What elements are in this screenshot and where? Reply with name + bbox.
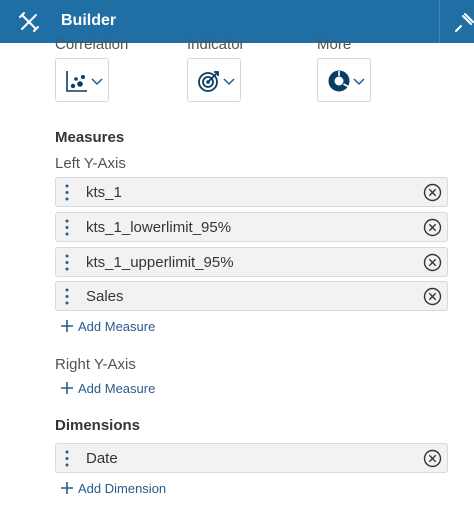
add-measure-left-link[interactable]: Add Measure <box>61 319 155 334</box>
measure-token-kts-1-lowerlimit[interactable]: kts_1_lowerlimit_95% <box>55 212 448 242</box>
token-label: kts_1_lowerlimit_95% <box>86 219 232 236</box>
remove-circle-icon[interactable] <box>423 449 442 468</box>
charttype-label-more: More <box>317 36 352 53</box>
left-y-axis-label: Left Y-Axis <box>55 155 126 172</box>
drag-handle-icon[interactable] <box>65 254 69 271</box>
token-label: kts_1 <box>86 184 122 201</box>
drag-handle-icon[interactable] <box>65 288 69 305</box>
charttype-label-correlation: Correlation <box>55 36 129 53</box>
plus-icon <box>61 320 73 332</box>
scatter-plot-icon <box>66 71 87 92</box>
drag-handle-icon[interactable] <box>65 450 69 467</box>
measures-section-title: Measures <box>55 129 125 146</box>
correlation-chart-picker[interactable] <box>55 58 109 102</box>
remove-circle-icon[interactable] <box>423 183 442 202</box>
add-dimension-label: Add Dimension <box>78 481 167 496</box>
chevron-down-icon <box>91 78 103 86</box>
right-y-axis-label: Right Y-Axis <box>55 356 136 373</box>
plus-icon <box>61 382 73 394</box>
target-gauge-icon <box>198 71 219 92</box>
add-measure-left-label: Add Measure <box>78 319 156 334</box>
drag-handle-icon[interactable] <box>65 184 69 201</box>
pin-icon[interactable] <box>455 10 474 32</box>
header-divider <box>439 0 440 43</box>
measure-token-kts-1-upperlimit[interactable]: kts_1_upperlimit_95% <box>55 247 448 277</box>
plus-icon <box>61 482 73 494</box>
add-measure-right-label: Add Measure <box>78 381 156 396</box>
token-label: kts_1_upperlimit_95% <box>86 254 234 271</box>
remove-circle-icon[interactable] <box>423 253 442 272</box>
dimension-token-date[interactable]: Date <box>55 443 448 473</box>
measure-token-sales[interactable]: Sales <box>55 281 448 311</box>
donut-chart-icon <box>328 70 350 92</box>
charttype-label-indicator: Indicator <box>187 36 245 53</box>
panel-title: Builder <box>61 12 117 29</box>
drag-handle-icon[interactable] <box>65 219 69 236</box>
chevron-down-icon <box>223 78 235 86</box>
token-label: Date <box>86 450 118 467</box>
indicator-chart-picker[interactable] <box>187 58 241 102</box>
remove-circle-icon[interactable] <box>423 287 442 306</box>
tools-icon[interactable] <box>17 10 41 34</box>
chevron-down-icon <box>353 78 365 86</box>
token-label: Sales <box>86 288 124 305</box>
more-chart-picker[interactable] <box>317 58 371 102</box>
remove-circle-icon[interactable] <box>423 218 442 237</box>
measure-token-kts-1[interactable]: kts_1 <box>55 177 448 207</box>
add-measure-right-link[interactable]: Add Measure <box>61 381 155 396</box>
add-dimension-link[interactable]: Add Dimension <box>61 481 166 496</box>
dimensions-section-title: Dimensions <box>55 417 141 434</box>
